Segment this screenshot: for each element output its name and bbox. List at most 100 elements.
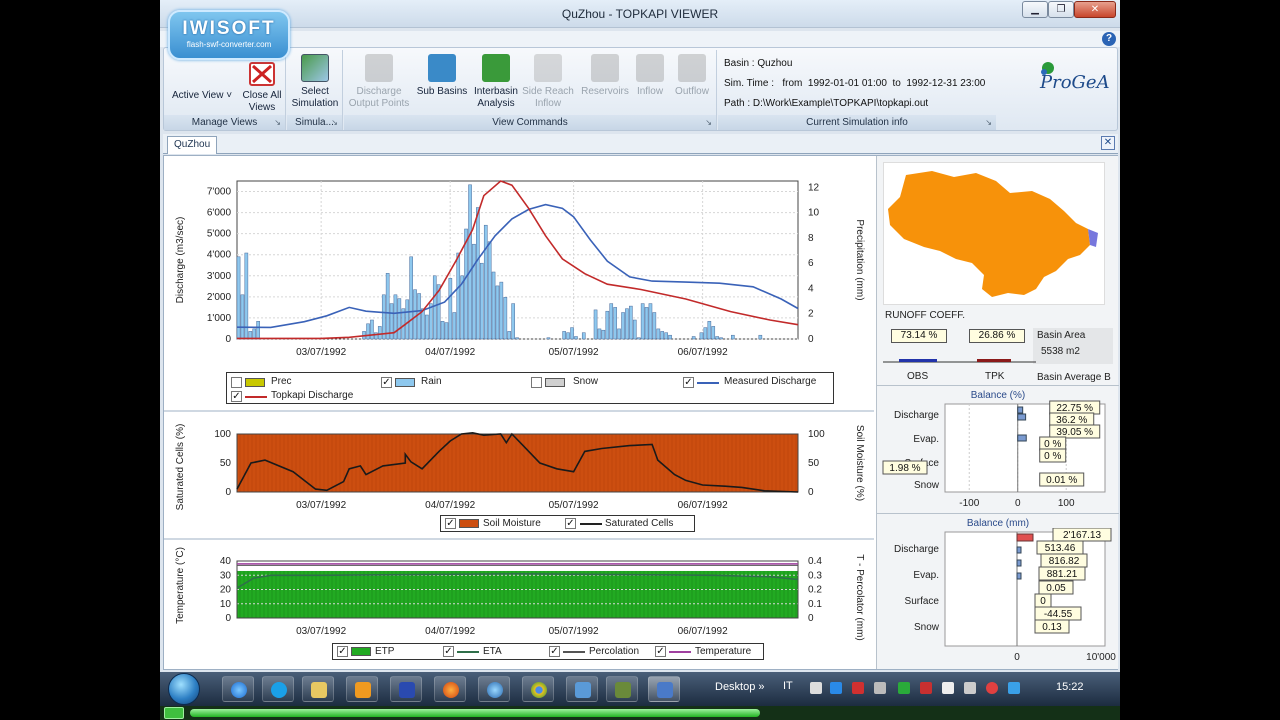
- start-button[interactable]: [168, 673, 200, 705]
- ie-taskbar-button[interactable]: [222, 676, 254, 702]
- close-all-icon: [249, 62, 275, 86]
- balance-bar: [1016, 572, 1022, 580]
- help-icon[interactable]: ?: [1102, 32, 1116, 46]
- floppy-icon: [399, 682, 415, 698]
- basin-map[interactable]: [883, 162, 1105, 305]
- view-command-button-side-reach[interactable]: Side Reach Inflow: [520, 52, 576, 110]
- restore-button[interactable]: ❐: [1048, 1, 1074, 18]
- panel-divider[interactable]: [164, 410, 874, 412]
- command-icon-1: [428, 54, 456, 82]
- network-taskbar-button[interactable]: [478, 676, 510, 702]
- etp-checkbox[interactable]: ✓: [337, 646, 348, 657]
- play-icon[interactable]: [164, 707, 184, 719]
- tray-mail-icon[interactable]: [874, 682, 886, 694]
- tray-device-icon[interactable]: [964, 682, 976, 694]
- ribbon: Active View ˅ Close All Views Manage Vie…: [163, 47, 1118, 131]
- tab-quzhou[interactable]: QuZhou: [167, 136, 218, 154]
- temperature-legend: ✓ ETP ✓ ETA ✓ Percolation ✓ Temperature: [332, 643, 764, 660]
- snow-checkbox[interactable]: [531, 377, 542, 388]
- tray-shield-icon[interactable]: [898, 682, 910, 694]
- ie-icon: [231, 682, 247, 698]
- rain-bar: [452, 312, 457, 340]
- group-sim-info: Basin : Quzhou Sim. Time : from 1992-01-…: [718, 50, 996, 130]
- minimize-button[interactable]: ▁: [1022, 1, 1048, 18]
- remote-taskbar-button[interactable]: [566, 676, 598, 702]
- eta-checkbox[interactable]: ✓: [443, 646, 454, 657]
- select-simulation-button[interactable]: Select Simulation: [289, 52, 341, 110]
- globe-icon: [487, 682, 503, 698]
- tray-arrow-icon[interactable]: [810, 682, 822, 694]
- topkapi-taskbar-button[interactable]: [648, 676, 680, 702]
- soil-checkbox[interactable]: ✓: [445, 518, 456, 529]
- content-area: 0 1'000 2'000 3'000 4'000 5'000 6'000 7'000 0 2 4 6…: [163, 155, 1119, 670]
- temperature-checkbox[interactable]: ✓: [655, 646, 666, 657]
- rain-checkbox[interactable]: ✓: [381, 377, 392, 388]
- prec-swatch: [245, 378, 265, 387]
- tray-network-icon[interactable]: [830, 682, 842, 694]
- rain-bar: [409, 256, 413, 340]
- video-progress-bar[interactable]: [160, 706, 1120, 720]
- media-player-icon: [355, 682, 371, 698]
- rain-bar: [660, 331, 665, 340]
- tray-display-icon[interactable]: [942, 682, 954, 694]
- view-command-button-inflow[interactable]: Inflow: [630, 52, 670, 98]
- measured-checkbox[interactable]: ✓: [683, 377, 694, 388]
- dialog-launcher-icon[interactable]: ↘: [331, 115, 338, 130]
- tray-wifi-icon[interactable]: [920, 682, 932, 694]
- command-sublabel: Inflow: [534, 98, 562, 109]
- view-command-button-interbasin[interactable]: Interbasin Analysis: [472, 52, 520, 110]
- save-taskbar-button[interactable]: [390, 676, 422, 702]
- tray-messenger-icon[interactable]: [852, 682, 864, 694]
- skype-taskbar-button[interactable]: [262, 676, 294, 702]
- tray-stop-icon[interactable]: [986, 682, 998, 694]
- rain-bar: [758, 334, 763, 340]
- progress-fill: [190, 709, 760, 717]
- rain-bar: [707, 321, 712, 340]
- y-tick-label: 50: [220, 458, 232, 469]
- desktop-toolbar[interactable]: Desktop »: [715, 681, 765, 693]
- topkapi-checkbox[interactable]: ✓: [231, 391, 242, 402]
- rain-bar: [495, 285, 500, 340]
- active-view-button[interactable]: Active View ˅: [168, 90, 236, 102]
- view-command-button-sub-basins[interactable]: Sub Basins: [414, 52, 470, 98]
- dialog-launcher-icon[interactable]: ↘: [274, 115, 281, 130]
- close-all-views-button[interactable]: Close All Views: [242, 52, 282, 114]
- close-view-icon[interactable]: ✕: [1101, 136, 1115, 150]
- rain-bar: [503, 297, 508, 340]
- game-icon: [615, 682, 631, 698]
- path-info: Path : D:\Work\Example\TOPKAPI\topkapi.o…: [724, 98, 929, 109]
- value-label: 22.75 %: [1056, 403, 1093, 414]
- media-taskbar-button[interactable]: [346, 676, 378, 702]
- command-label: Reservoirs: [581, 86, 629, 97]
- command-label: Side Reach: [522, 86, 574, 97]
- dialog-launcher-icon[interactable]: ↘: [985, 115, 992, 130]
- plot-frame: [236, 180, 799, 340]
- view-command-button-reservoirs[interactable]: Reservoirs: [580, 52, 630, 98]
- taskbar: Desktop » IT 15:22: [160, 672, 1120, 706]
- clock[interactable]: 15:22: [1056, 681, 1084, 693]
- chrome-taskbar-button[interactable]: [522, 676, 554, 702]
- rain-bar: [483, 224, 488, 340]
- balance-bar: [1016, 559, 1022, 567]
- ribbon-header: ?: [160, 31, 1120, 47]
- rain-bar: [511, 303, 515, 340]
- command-label: Outflow: [675, 86, 709, 97]
- close-button[interactable]: ✕: [1074, 1, 1116, 18]
- game-taskbar-button[interactable]: [606, 676, 638, 702]
- dialog-launcher-icon[interactable]: ↘: [705, 115, 712, 130]
- language-indicator[interactable]: IT: [783, 680, 793, 692]
- percolation-checkbox[interactable]: ✓: [549, 646, 560, 657]
- tray-volume-icon[interactable]: [1008, 682, 1020, 694]
- firefox-taskbar-button[interactable]: [434, 676, 466, 702]
- view-command-button-discharge[interactable]: Discharge Output Points: [348, 52, 410, 110]
- prec-checkbox[interactable]: [231, 377, 242, 388]
- measured-line-swatch: [697, 382, 719, 384]
- saturated-checkbox[interactable]: ✓: [565, 518, 576, 529]
- rain-bar: [370, 319, 374, 340]
- rain-bar: [432, 275, 437, 340]
- explorer-taskbar-button[interactable]: [302, 676, 334, 702]
- y2-tick-label: 0.4: [808, 556, 822, 567]
- panel-divider[interactable]: [164, 538, 874, 540]
- view-command-button-outflow[interactable]: Outflow: [672, 52, 712, 98]
- rain-bar: [381, 294, 386, 340]
